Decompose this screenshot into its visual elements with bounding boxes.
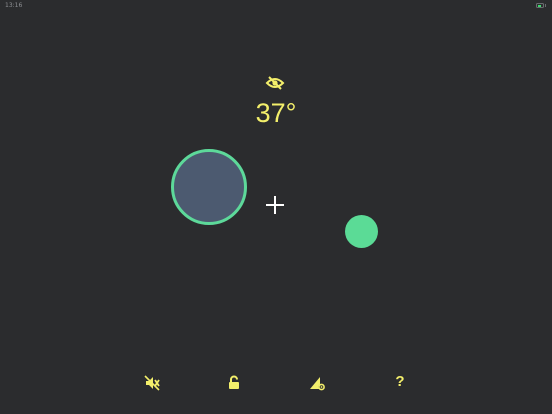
- unlock-icon: [229, 375, 239, 389]
- battery-icon: [536, 3, 544, 8]
- lock-button[interactable]: [225, 374, 243, 392]
- eye-off-icon: [265, 76, 285, 90]
- mute-button[interactable]: [143, 374, 161, 392]
- ruler-gear-icon: [310, 377, 325, 391]
- battery-tip: [545, 4, 546, 7]
- crosshair-icon: [265, 195, 285, 215]
- draggable-dot[interactable]: [345, 215, 378, 248]
- battery-fill: [538, 4, 541, 7]
- target-circle[interactable]: [171, 149, 247, 225]
- status-time: 13:16: [5, 2, 23, 9]
- temperature-readout: 37°: [255, 98, 297, 128]
- help-button[interactable]: ?: [391, 372, 409, 392]
- visibility-toggle-button[interactable]: [264, 74, 286, 92]
- speaker-muted-icon: [144, 375, 160, 391]
- calibrate-settings-button[interactable]: [308, 374, 326, 392]
